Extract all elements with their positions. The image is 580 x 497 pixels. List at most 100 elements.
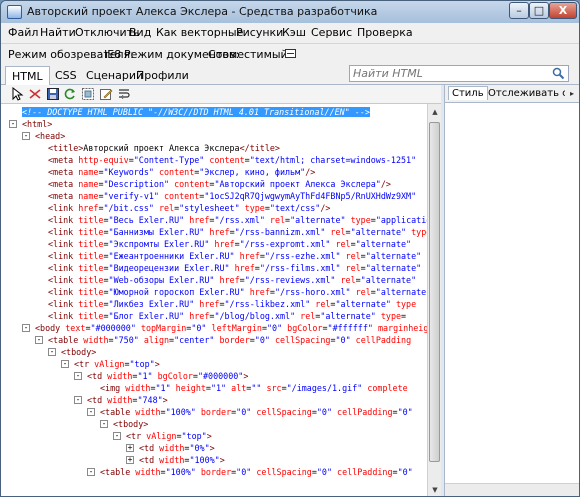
tree-node[interactable]: <tbody> [113, 418, 148, 430]
document-mode-value[interactable]: Совместимый [208, 48, 288, 61]
tree-node-token: bgColor [282, 323, 323, 333]
tree-node[interactable]: <tbody> [61, 346, 96, 358]
tab-style[interactable]: Стиль [448, 86, 488, 100]
collapse-node-icon[interactable]: - [61, 360, 69, 368]
tree-node[interactable]: <link title="Блог Exler.RU" href="/blog/… [48, 310, 406, 322]
clear-icon[interactable] [28, 87, 42, 101]
tree-node[interactable]: <html> [22, 118, 52, 130]
tree-node[interactable]: <table width="750" align="center" border… [48, 334, 411, 346]
collapse-node-icon[interactable]: - [74, 396, 82, 404]
collapse-node-icon[interactable]: - [100, 420, 108, 428]
vertical-scrollbar[interactable]: ▲ ▼ [427, 104, 441, 496]
tree-node-token: rel [335, 275, 356, 285]
title-bar[interactable]: Авторский проект Алекса Экслера - Средст… [1, 1, 579, 23]
tree-node[interactable]: <link title="Видеорецензии Exler.RU" hre… [48, 262, 421, 274]
window-title: Авторский проект Алекса Экслера - Средст… [27, 5, 378, 18]
html-toolbar [1, 85, 441, 103]
tree-node[interactable]: <link title="Весь Exler.RU" href="/rss.x… [48, 214, 441, 226]
tree-node-token: <table [100, 467, 136, 477]
menu-cache[interactable]: Кэш [282, 26, 306, 39]
tree-node-token: cellSpacing [269, 335, 331, 345]
menu-view[interactable]: Вид [129, 26, 151, 39]
tree-node-token: "/rss-bannizm.xml" [234, 227, 326, 237]
menu-file[interactable]: Файл [8, 26, 38, 39]
search-icon[interactable] [552, 67, 565, 80]
tree-node[interactable]: <link title="Ликбез Exler.RU" href="/rss… [48, 298, 416, 310]
scroll-down-icon[interactable]: ▼ [429, 484, 441, 496]
cursor-arrow-icon[interactable] [10, 87, 24, 101]
tree-node[interactable]: <td width="1" bgColor="#000000"> [87, 370, 248, 382]
edit-icon[interactable] [99, 87, 113, 101]
dom-tree: <!-- DOCTYPE HTML PUBLIC "-//W3C//DTD HT… [1, 103, 441, 496]
tree-node[interactable]: <link title="Ежеантроенники Exler.RU" hr… [48, 250, 421, 262]
collapse-node-icon[interactable]: - [87, 408, 95, 416]
tree-node[interactable]: <link title="Баннизмы Exler.RU" href="/r… [48, 226, 431, 238]
outline-icon[interactable] [81, 87, 95, 101]
tree-node[interactable]: <link href="/bit.css" rel="stylesheet" t… [48, 202, 330, 214]
expand-node-icon[interactable]: + [126, 444, 134, 452]
tree-node[interactable]: <link title="Экспромты Exler.RU" href="/… [48, 238, 411, 250]
tree-node-token: rel [340, 251, 361, 261]
menu-tools[interactable]: Сервис [311, 26, 352, 39]
tree-node[interactable]: <img width="1" height="1" alt="" src="/i… [100, 382, 408, 394]
tree-node[interactable]: <table width="100%" border="0" cellSpaci… [100, 466, 413, 478]
minimize-button[interactable]: – [509, 2, 529, 19]
tree-node[interactable]: <link title="Юморной гороскоп Exler.RU" … [48, 286, 431, 298]
word-wrap-icon[interactable] [117, 87, 131, 101]
tree-node[interactable]: <title>Авторский проект Алекса Экслера</… [48, 142, 280, 154]
tab-trace-styles[interactable]: Отслеживать ст [485, 87, 577, 100]
expand-node-icon[interactable]: + [126, 456, 134, 464]
search-input[interactable] [350, 66, 540, 81]
tree-node-token: rel [153, 203, 175, 213]
tree-node[interactable]: <table width="100%" border="0" cellSpaci… [100, 406, 413, 418]
close-button[interactable]: X [549, 2, 577, 19]
collapse-node-icon[interactable]: - [48, 348, 56, 356]
menu-outline[interactable]: Как векторные [156, 26, 243, 39]
collapse-node-icon[interactable]: - [113, 432, 121, 440]
menu-find[interactable]: Найти [40, 26, 76, 39]
collapse-node-icon[interactable]: - [87, 468, 95, 476]
scroll-up-icon[interactable]: ▲ [429, 106, 441, 118]
collapse-node-icon[interactable]: - [22, 132, 30, 140]
tree-node-token: "/rss-reviews.xml" [244, 275, 336, 285]
tree-node-token: content [204, 155, 245, 165]
refresh-icon[interactable] [63, 87, 77, 101]
collapse-node-icon[interactable]: - [22, 324, 30, 332]
tree-node-token: > [209, 443, 215, 453]
tab-scroll-right-icon[interactable]: ▸ [565, 86, 579, 101]
save-icon[interactable] [46, 87, 60, 101]
tab-profiler[interactable]: Профили [130, 66, 195, 85]
tree-node[interactable]: <meta http-equiv="Content-Type" content=… [48, 154, 416, 166]
maximize-button[interactable]: □ [529, 2, 549, 19]
tab-html[interactable]: HTML [5, 66, 50, 85]
tree-node-token: <tr [74, 359, 95, 369]
tree-node[interactable]: <meta name="verify-v1" content="1ocSJ2qR… [48, 190, 416, 202]
scroll-thumb[interactable] [429, 122, 440, 462]
collapse-node-icon[interactable]: - [74, 372, 82, 380]
tree-node[interactable]: <tr vAlign="top"> [126, 430, 212, 442]
style-pane-scrollbar[interactable] [445, 483, 579, 496]
tree-node-token: "750" [113, 335, 139, 345]
tree-node[interactable]: <td width="0%"> [139, 442, 215, 454]
tree-node-token: alt [226, 383, 247, 393]
tree-node[interactable]: <td width="100%"> [139, 454, 225, 466]
collapse-node-icon[interactable]: - [9, 120, 17, 128]
tree-node-token: href [184, 215, 210, 225]
tree-node-token: width [83, 335, 109, 345]
minimize-pane-icon[interactable] [285, 49, 296, 58]
browser-mode-value[interactable]: IE8 [104, 48, 121, 61]
tree-node[interactable]: <link title="Web-обзоры Exler.RU" href="… [48, 274, 416, 286]
tree-node[interactable]: <!-- DOCTYPE HTML PUBLIC "-//W3C//DTD HT… [22, 106, 370, 118]
tree-node[interactable]: <meta name="Keywords" content="Экслер, к… [48, 166, 315, 178]
tree-node-token: "/blog/blog.xml" [214, 311, 296, 321]
tree-node[interactable]: <body text="#000000" topMargin="0" leftM… [35, 322, 438, 334]
tree-node[interactable]: <td width="748"> [87, 394, 168, 406]
tab-css[interactable]: CSS [49, 66, 83, 85]
menu-validate[interactable]: Проверка [357, 26, 413, 39]
tree-node[interactable]: <meta name="Description" content="Авторс… [48, 178, 391, 190]
tree-node[interactable]: <tr vAlign="top"> [74, 358, 160, 370]
menu-images[interactable]: Рисунки [236, 26, 283, 39]
tree-node-token: cellPadding [332, 407, 393, 417]
tree-node[interactable]: <head> [35, 130, 65, 142]
collapse-node-icon[interactable]: - [35, 336, 43, 344]
